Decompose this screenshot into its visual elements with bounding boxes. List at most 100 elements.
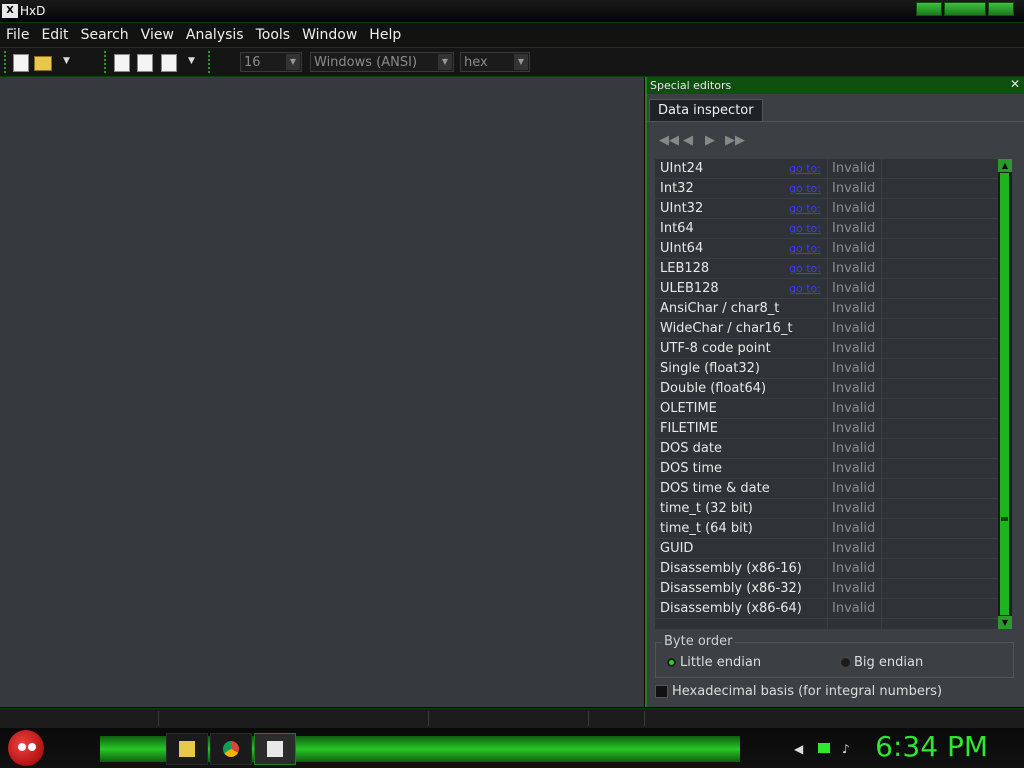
table-row[interactable]: DOS time & date Invalid (655, 479, 998, 499)
table-row[interactable]: UTF-8 code point Invalid (655, 339, 998, 359)
toolbar-grip[interactable] (104, 51, 106, 73)
table-row[interactable]: DOS time Invalid (655, 459, 998, 479)
table-row[interactable]: FILETIME Invalid (655, 419, 998, 439)
menu-window[interactable]: Window (296, 23, 363, 47)
row-value[interactable]: Invalid (832, 559, 875, 579)
table-row[interactable]: OLETIME Invalid (655, 399, 998, 419)
row-value[interactable]: Invalid (832, 239, 875, 259)
table-row[interactable]: UInt24 go to: Invalid (655, 159, 998, 179)
open-folder-icon[interactable] (34, 56, 52, 71)
table-row[interactable]: Double (float64) Invalid (655, 379, 998, 399)
scroll-up-icon[interactable]: ▲ (998, 159, 1012, 172)
tab-data-inspector[interactable]: Data inspector (649, 99, 763, 122)
row-value[interactable]: Invalid (832, 599, 875, 619)
menu-tools[interactable]: Tools (250, 23, 297, 47)
row-value[interactable]: Invalid (832, 539, 875, 559)
properties-icon[interactable] (161, 54, 177, 72)
table-row[interactable]: UInt64 go to: Invalid (655, 239, 998, 259)
menu-file[interactable]: File (0, 23, 35, 47)
open-dropdown-icon[interactable]: ▼ (63, 56, 70, 66)
table-row[interactable]: UInt32 go to: Invalid (655, 199, 998, 219)
chevron-down-icon[interactable]: ▼ (438, 54, 452, 70)
row-value[interactable]: Invalid (832, 339, 875, 359)
table-row[interactable]: ULEB128 go to: Invalid (655, 279, 998, 299)
table-row[interactable]: Disassembly (x86-16) Invalid (655, 559, 998, 579)
chevron-down-icon[interactable]: ▼ (286, 54, 300, 70)
table-row[interactable]: time_t (64 bit) Invalid (655, 519, 998, 539)
row-value[interactable]: Invalid (832, 199, 875, 219)
save-dropdown-icon[interactable]: ▼ (188, 56, 195, 66)
table-row[interactable]: Disassembly (x86-64) Invalid (655, 599, 998, 619)
row-value[interactable]: Invalid (832, 519, 875, 539)
network-icon[interactable] (818, 743, 830, 753)
table-row[interactable]: Int32 go to: Invalid (655, 179, 998, 199)
row-value[interactable]: Invalid (832, 319, 875, 339)
taskbar-hxd-app[interactable] (254, 733, 296, 765)
close-button[interactable] (988, 2, 1014, 16)
volume-icon[interactable]: ♪ (842, 742, 850, 756)
new-file-icon[interactable] (13, 54, 29, 72)
scrollbar-thumb[interactable] (1000, 173, 1009, 615)
toolbar-grip[interactable] (208, 51, 210, 73)
row-value[interactable]: Invalid (832, 179, 875, 199)
goto-link[interactable]: go to: (789, 219, 821, 239)
row-value[interactable]: Invalid (832, 299, 875, 319)
table-row[interactable]: LEB128 go to: Invalid (655, 259, 998, 279)
table-row[interactable]: WideChar / char16_t Invalid (655, 319, 998, 339)
big-endian-radio[interactable]: Big endian (840, 655, 923, 670)
save-icon[interactable] (114, 54, 130, 72)
goto-link[interactable]: go to: (789, 279, 821, 299)
editor-workspace[interactable] (0, 77, 644, 707)
hex-basis-checkbox[interactable]: Hexadecimal basis (for integral numbers) (655, 684, 942, 699)
clock[interactable]: 6:34 PM (875, 730, 988, 763)
goto-link[interactable]: go to: (789, 259, 821, 279)
row-value[interactable]: Invalid (832, 359, 875, 379)
close-icon[interactable]: ✕ (1010, 77, 1020, 91)
table-row[interactable]: Disassembly (x86-32) Invalid (655, 579, 998, 599)
start-button[interactable] (8, 730, 44, 766)
previous-icon[interactable]: ◀ (683, 133, 693, 148)
row-value[interactable]: Invalid (832, 379, 875, 399)
menu-view[interactable]: View (135, 23, 180, 47)
table-row[interactable]: Int64 go to: Invalid (655, 219, 998, 239)
bytes-per-row-select[interactable]: 16 ▼ (240, 52, 302, 72)
menu-help[interactable]: Help (363, 23, 407, 47)
menu-analysis[interactable]: Analysis (180, 23, 250, 47)
table-row[interactable]: AnsiChar / char8_t Invalid (655, 299, 998, 319)
goto-link[interactable]: go to: (789, 159, 821, 179)
taskbar-chrome-app[interactable] (210, 733, 252, 765)
row-value[interactable]: Invalid (832, 159, 875, 179)
row-value[interactable]: Invalid (832, 439, 875, 459)
menu-edit[interactable]: Edit (35, 23, 74, 47)
checkbox-box[interactable] (655, 685, 668, 698)
row-value[interactable]: Invalid (832, 499, 875, 519)
row-value[interactable]: Invalid (832, 479, 875, 499)
row-value[interactable]: Invalid (832, 279, 875, 299)
taskbar-folder-app[interactable] (166, 733, 208, 765)
little-endian-radio[interactable]: Little endian (666, 655, 761, 670)
hxd-app-icon[interactable]: X (2, 4, 18, 18)
table-row[interactable]: Single (float32) Invalid (655, 359, 998, 379)
goto-link[interactable]: go to: (789, 239, 821, 259)
next-icon[interactable]: ▶ (705, 133, 715, 148)
save-all-icon[interactable] (137, 54, 153, 72)
table-row[interactable]: DOS date Invalid (655, 439, 998, 459)
first-icon[interactable]: ◀◀ (659, 133, 679, 148)
table-row[interactable]: GUID Invalid (655, 539, 998, 559)
menu-search[interactable]: Search (75, 23, 135, 47)
grid-scrollbar[interactable]: ▲ ▼ (998, 159, 1012, 629)
row-value[interactable]: Invalid (832, 459, 875, 479)
table-row[interactable]: time_t (32 bit) Invalid (655, 499, 998, 519)
goto-link[interactable]: go to: (789, 179, 821, 199)
tray-arrow-icon[interactable]: ◀ (794, 742, 803, 756)
chevron-down-icon[interactable]: ▼ (514, 54, 528, 70)
offset-base-select[interactable]: hex ▼ (460, 52, 530, 72)
row-value[interactable]: Invalid (832, 259, 875, 279)
row-value[interactable]: Invalid (832, 579, 875, 599)
toolbar-grip[interactable] (4, 51, 6, 73)
row-value[interactable]: Invalid (832, 219, 875, 239)
maximize-button[interactable] (944, 2, 986, 16)
scroll-down-icon[interactable]: ▼ (998, 616, 1012, 629)
goto-link[interactable]: go to: (789, 199, 821, 219)
last-icon[interactable]: ▶▶ (725, 133, 745, 148)
